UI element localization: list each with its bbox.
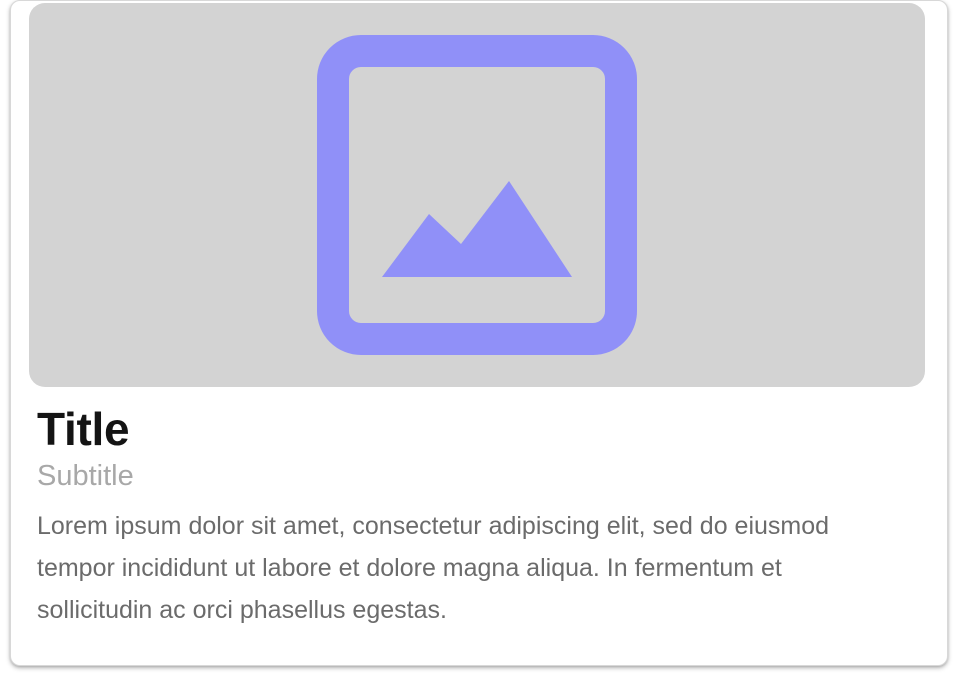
card-media (29, 3, 925, 387)
card: Title Subtitle Lorem ipsum dolor sit ame… (10, 0, 948, 666)
image-frame (317, 35, 637, 355)
image-placeholder-icon (317, 35, 637, 355)
card-content: Title Subtitle Lorem ipsum dolor sit ame… (37, 403, 917, 631)
card-body-text: Lorem ipsum dolor sit amet, consectetur … (37, 512, 830, 624)
card-title: Title (37, 403, 130, 455)
card-subtitle: Subtitle (37, 460, 134, 492)
mountain-shape (382, 181, 572, 277)
